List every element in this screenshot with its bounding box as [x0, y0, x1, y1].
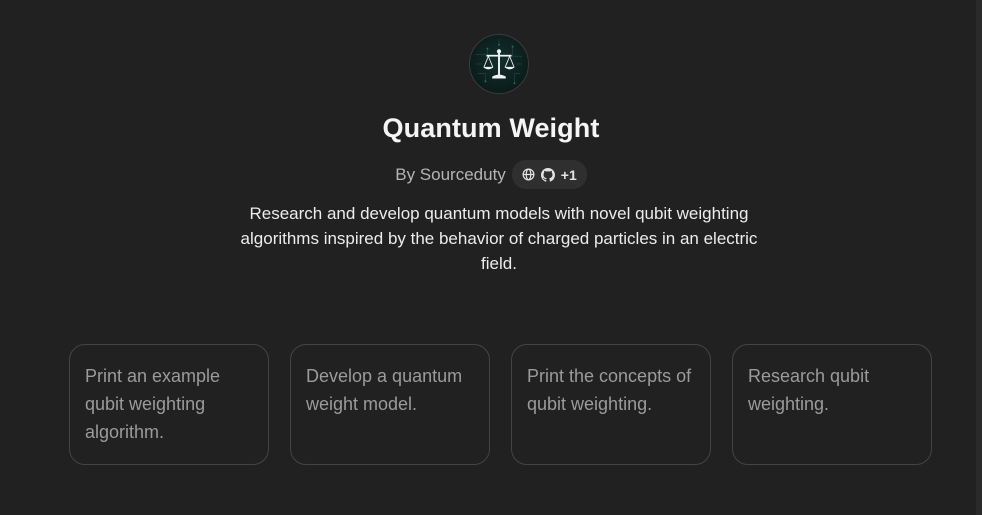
- gpt-landing-page: Quantum Weight By Sourceduty +1 Research…: [0, 0, 982, 515]
- gpt-avatar: [469, 34, 529, 94]
- starter-text: Research qubit weighting.: [748, 366, 870, 414]
- more-links-count: +1: [560, 166, 577, 183]
- starter-text: Develop a quantum weight model.: [306, 366, 463, 414]
- starter-text: Print the concepts of qubit weighting.: [527, 366, 692, 414]
- conversation-starter-card[interactable]: Develop a quantum weight model.: [290, 344, 490, 465]
- starter-text: Print an example qubit weighting algorit…: [85, 366, 221, 442]
- gpt-description: Research and develop quantum models with…: [240, 204, 758, 273]
- author-label: By Sourceduty: [395, 164, 506, 184]
- globe-icon: [522, 168, 535, 181]
- author-links-badge[interactable]: +1: [511, 160, 587, 189]
- byline: By Sourceduty +1: [0, 160, 982, 189]
- github-icon: [540, 167, 555, 182]
- conversation-starter-card[interactable]: Print an example qubit weighting algorit…: [69, 344, 269, 465]
- gpt-title: Quantum Weight: [382, 113, 600, 143]
- conversation-starters: Print an example qubit weighting algorit…: [69, 344, 932, 465]
- conversation-starter-card[interactable]: Research qubit weighting.: [732, 344, 932, 465]
- conversation-starter-card[interactable]: Print the concepts of qubit weighting.: [511, 344, 711, 465]
- scrollbar[interactable]: [976, 0, 982, 515]
- balance-scale-icon: [475, 38, 523, 85]
